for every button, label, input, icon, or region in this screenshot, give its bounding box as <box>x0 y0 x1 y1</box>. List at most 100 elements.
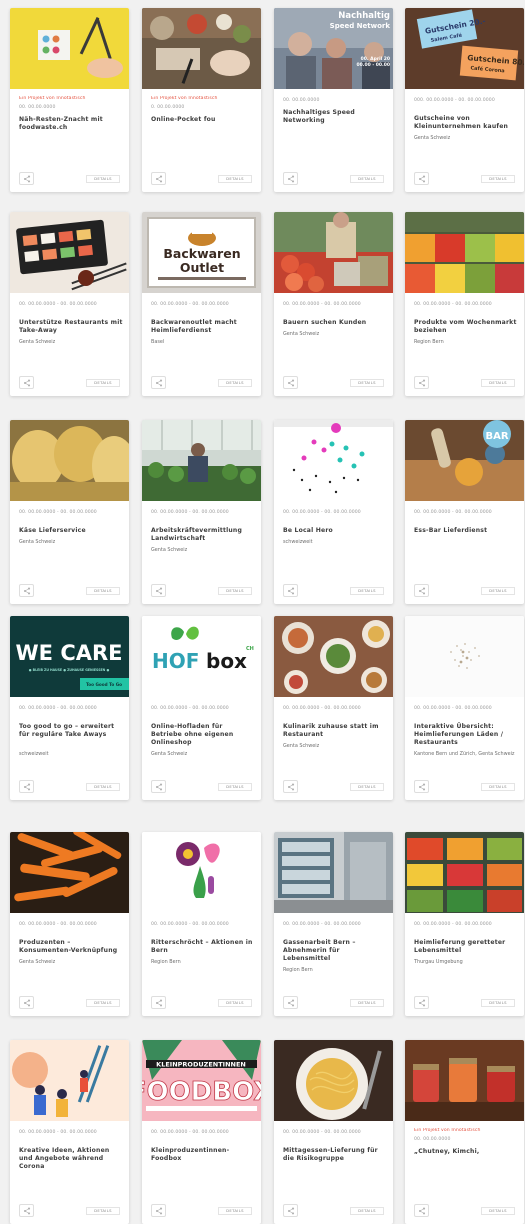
card-image[interactable] <box>274 420 393 501</box>
card-image[interactable] <box>142 420 261 501</box>
card-image[interactable] <box>274 212 393 293</box>
event-card[interactable]: 00. 00.00.0000 - 00. 00.00.0000 Bauern s… <box>274 212 393 396</box>
event-card[interactable]: 00. 00.00.0000 - 00. 00.00.0000 Mittages… <box>274 1040 393 1224</box>
event-card[interactable]: 00. 00.00.0000 - 00. 00.00.0000 Produkte… <box>405 212 524 396</box>
details-button[interactable]: DETAILS <box>350 587 384 595</box>
event-card[interactable]: BAR 00. 00.00.0000 - 00. 00.00.0000 Ess-… <box>405 420 524 604</box>
details-button[interactable]: DETAILS <box>350 175 384 183</box>
card-title[interactable]: Unterstütze Restaurants mit Take-Away <box>19 319 123 335</box>
details-button[interactable]: DETAILS <box>86 783 120 791</box>
event-card[interactable]: 00. 00.00.0000 - 00. 00.00.0000 Rittersc… <box>142 832 261 1016</box>
share-button[interactable] <box>414 1204 429 1217</box>
share-button[interactable] <box>414 376 429 389</box>
share-button[interactable] <box>283 584 298 597</box>
event-card[interactable]: 00. 00.00.0000 - 00. 00.00.0000 Produzen… <box>10 832 129 1016</box>
card-title[interactable]: Nachhaltiges Speed Networking <box>283 109 387 125</box>
card-image[interactable] <box>405 616 524 697</box>
card-title[interactable]: Kreative Ideen, Aktionen und Angebote wä… <box>19 1147 123 1171</box>
event-card[interactable]: 00. 00.00.0000 - 00. 00.00.0000 Arbeitsk… <box>142 420 261 604</box>
event-card[interactable]: Backwaren Outlet 00. 00.00.0000 - 00. 00… <box>142 212 261 396</box>
share-button[interactable] <box>151 376 166 389</box>
event-card[interactable]: 00. 00.00.0000 - 00. 00.00.0000 Heimlief… <box>405 832 524 1016</box>
card-title[interactable]: Produkte vom Wochenmarkt beziehen <box>414 319 518 335</box>
card-title[interactable]: Käse Lieferservice <box>19 527 123 535</box>
details-button[interactable]: DETAILS <box>481 783 515 791</box>
event-card[interactable]: 00. 00.00.0000 - 00. 00.00.0000 Käse Lie… <box>10 420 129 604</box>
event-card[interactable]: Nachhaltig Speed Network 00. April 20 00… <box>274 8 393 192</box>
details-button[interactable]: DETAILS <box>350 783 384 791</box>
details-button[interactable]: DETAILS <box>481 587 515 595</box>
card-image[interactable] <box>274 1040 393 1121</box>
share-button[interactable] <box>151 996 166 1009</box>
share-button[interactable] <box>414 780 429 793</box>
card-title[interactable]: Too good to go – erweitert für reguläre … <box>19 723 123 739</box>
card-image[interactable]: HOF box CH <box>142 616 261 697</box>
share-button[interactable] <box>283 780 298 793</box>
details-button[interactable]: DETAILS <box>86 379 120 387</box>
event-card[interactable]: 00. 00.00.0000 - 00. 00.00.0000 Unterstü… <box>10 212 129 396</box>
event-card[interactable]: KLEINPRODUZENTINNEN FOODBOX 00. 00.00.00… <box>142 1040 261 1224</box>
event-card[interactable]: Ein Projekt von Innotastisch 00. 00.00.0… <box>10 8 129 192</box>
card-title[interactable]: Näh-Resten-Znacht mit foodwaste.ch <box>19 116 123 132</box>
share-button[interactable] <box>19 172 34 185</box>
share-button[interactable] <box>19 996 34 1009</box>
card-image[interactable] <box>10 420 129 501</box>
share-button[interactable] <box>414 996 429 1009</box>
details-button[interactable]: DETAILS <box>481 379 515 387</box>
share-button[interactable] <box>283 376 298 389</box>
details-button[interactable]: DETAILS <box>481 999 515 1007</box>
card-title[interactable]: Ritterschröcht – Aktionen in Bern <box>151 939 255 955</box>
share-button[interactable] <box>283 1204 298 1217</box>
details-button[interactable]: DETAILS <box>218 1207 252 1215</box>
share-button[interactable] <box>19 584 34 597</box>
share-button[interactable] <box>151 780 166 793</box>
share-button[interactable] <box>414 172 429 185</box>
details-button[interactable]: DETAILS <box>350 379 384 387</box>
details-button[interactable]: DETAILS <box>350 999 384 1007</box>
card-title[interactable]: Gutscheine von Kleinunternehmen kaufen <box>414 115 518 131</box>
share-button[interactable] <box>283 996 298 1009</box>
card-image[interactable]: Backwaren Outlet <box>142 212 261 293</box>
card-title[interactable]: Online-Hofladen für Betriebe ohne eigene… <box>151 723 255 747</box>
event-card[interactable]: 00. 00.00.0000 - 00. 00.00.0000 Kreative… <box>10 1040 129 1224</box>
card-title[interactable]: Gassenarbeit Bern – Abnehmerin für Leben… <box>283 939 387 963</box>
event-card[interactable]: 00. 00.00.0000 - 00. 00.00.0000 Kulinari… <box>274 616 393 800</box>
card-image[interactable] <box>405 1040 524 1121</box>
card-image[interactable] <box>10 1040 129 1121</box>
details-button[interactable]: DETAILS <box>350 1207 384 1215</box>
details-button[interactable]: DETAILS <box>218 999 252 1007</box>
card-title[interactable]: Produzenten – Konsumenten-Verknüpfung <box>19 939 123 955</box>
share-button[interactable] <box>151 172 166 185</box>
share-button[interactable] <box>283 172 298 185</box>
card-title[interactable]: Heimlieferung geretteter Lebensmittel <box>414 939 518 955</box>
share-button[interactable] <box>151 1204 166 1217</box>
share-button[interactable] <box>19 1204 34 1217</box>
details-button[interactable]: DETAILS <box>218 783 252 791</box>
card-title[interactable]: „Chutney, Kimchi, <box>414 1148 518 1156</box>
event-card[interactable]: 00. 00.00.0000 - 00. 00.00.0000 Be Local… <box>274 420 393 604</box>
card-image[interactable] <box>10 8 129 89</box>
share-button[interactable] <box>19 376 34 389</box>
details-button[interactable]: DETAILS <box>218 175 252 183</box>
details-button[interactable]: DETAILS <box>86 1207 120 1215</box>
card-image[interactable] <box>10 212 129 293</box>
card-image[interactable] <box>10 832 129 913</box>
details-button[interactable]: DETAILS <box>86 175 120 183</box>
details-button[interactable]: DETAILS <box>86 587 120 595</box>
card-image[interactable]: WE CARE ● BLEIB ZU HAUSE ● ZUHAUSE GENIE… <box>10 616 129 697</box>
card-image[interactable] <box>142 8 261 89</box>
card-title[interactable]: Ess-Bar Lieferdienst <box>414 527 518 535</box>
card-image[interactable] <box>405 832 524 913</box>
event-card[interactable]: 00. 00.00.0000 - 00. 00.00.0000 Interakt… <box>405 616 524 800</box>
event-card[interactable]: Ein Projekt von Innotastisch 00. 00.00.0… <box>405 1040 524 1224</box>
event-card[interactable]: WE CARE ● BLEIB ZU HAUSE ● ZUHAUSE GENIE… <box>10 616 129 800</box>
card-image[interactable]: KLEINPRODUZENTINNEN FOODBOX <box>142 1040 261 1121</box>
card-title[interactable]: Backwarenoutlet macht Heimlieferdienst <box>151 319 255 335</box>
share-button[interactable] <box>151 584 166 597</box>
details-button[interactable]: DETAILS <box>481 175 515 183</box>
card-title[interactable]: Online-Pocket fou <box>151 116 255 124</box>
event-card[interactable]: Gutschein 20.- Salem Café Gutschein 80.-… <box>405 8 524 192</box>
card-image[interactable] <box>405 212 524 293</box>
event-card[interactable]: 00. 00.00.0000 - 00. 00.00.0000 Gassenar… <box>274 832 393 1016</box>
card-image[interactable] <box>274 832 393 913</box>
